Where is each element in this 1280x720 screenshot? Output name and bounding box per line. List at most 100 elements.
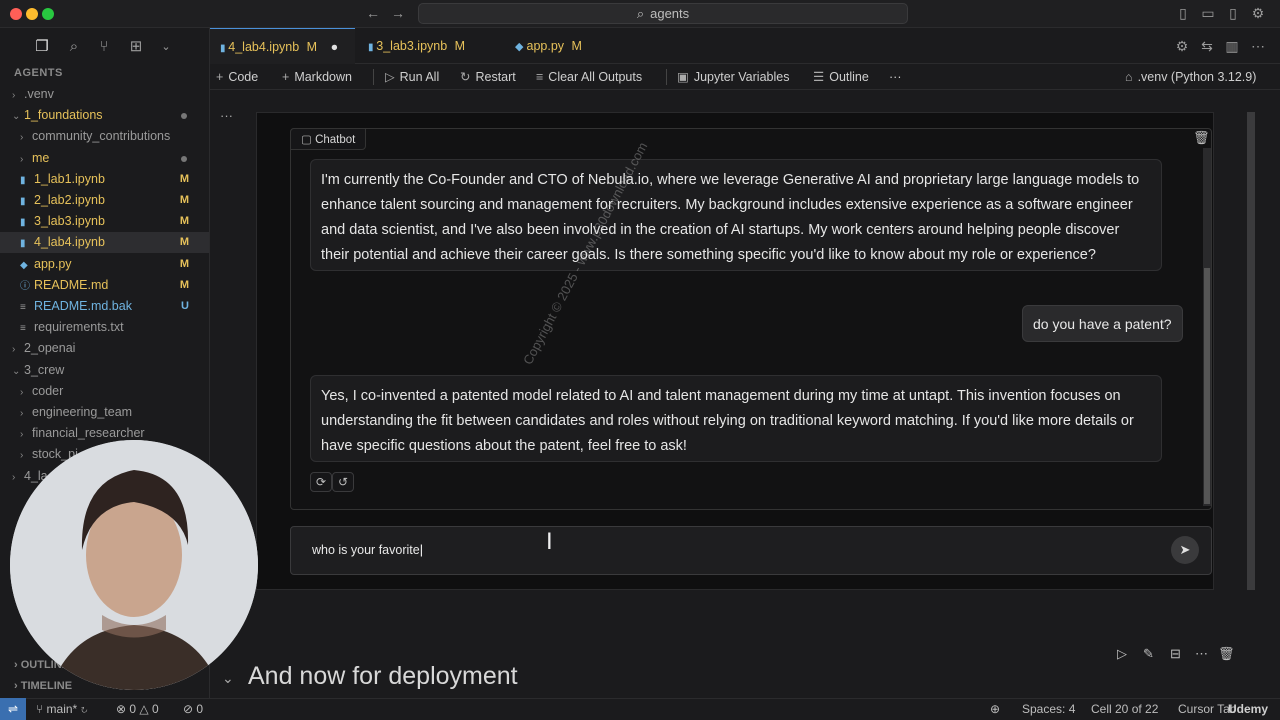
toggle-sidebar-icon[interactable]: ▯ <box>1175 5 1191 21</box>
tree-item[interactable]: › 2_openai <box>0 338 209 359</box>
tree-item-label: 1_lab1.ipynb <box>34 171 105 186</box>
clear-outputs-label: Clear All Outputs <box>548 70 643 84</box>
tree-item[interactable]: ▮ 1_lab1.ipynb M <box>0 169 209 190</box>
explorer-icon[interactable]: ❐ <box>33 38 51 56</box>
tab-app-py[interactable]: ◆ app.py M <box>505 28 605 64</box>
settings-gear-icon[interactable]: ⚙ <box>1174 38 1190 54</box>
outline-label: Outline <box>829 70 869 84</box>
cell-position-indicator[interactable]: Cell 20 of 22 <box>1091 700 1158 718</box>
restart-button[interactable]: ↻ Restart <box>460 68 516 86</box>
tree-item[interactable]: ◆ app.py M <box>0 254 209 275</box>
problems-indicator[interactable]: ⊗ 0 △ 0 <box>116 700 159 718</box>
outline-button[interactable]: ☰ Outline <box>813 68 869 86</box>
bot-message: Yes, I co-invented a patented model rela… <box>310 375 1162 462</box>
indentation-indicator[interactable]: Spaces: 4 <box>1022 700 1075 718</box>
ports-icon: ⊘ <box>183 702 197 716</box>
message-input[interactable] <box>290 526 1212 575</box>
execute-cell-icon[interactable]: ▷ <box>1117 646 1127 662</box>
edit-cell-icon[interactable]: ✎ <box>1143 646 1154 662</box>
tree-item[interactable]: ⌄ 3_crew <box>0 360 209 381</box>
chat-scroll-thumb[interactable] <box>1204 268 1210 504</box>
branch-indicator[interactable]: ⑂ main* ↻ <box>36 700 88 718</box>
git-status-badge: M <box>179 172 189 185</box>
tree-item-label: 3_lab3.ipynb <box>34 214 105 229</box>
more-cell-actions-icon[interactable]: ⋯ <box>1195 646 1208 662</box>
run-all-label: Run All <box>399 70 440 84</box>
tree-item-label: financial_researcher <box>32 426 145 441</box>
tree-item[interactable]: ≡ requirements.txt <box>0 317 209 338</box>
tree-item-label: me <box>32 150 50 165</box>
timeline-section[interactable]: › TIMELINE <box>14 680 72 692</box>
undo-icon[interactable]: ↺ <box>332 472 354 492</box>
message-input-text[interactable]: who is your favorite| <box>312 542 423 558</box>
extensions-icon[interactable]: ⊞ <box>127 38 145 56</box>
tab-3-lab3[interactable]: ▮ 3_lab3.ipynb M <box>358 28 498 64</box>
add-markdown-cell-button[interactable]: + Markdown <box>282 68 352 86</box>
run-all-button[interactable]: ▷ Run All <box>385 68 439 86</box>
more-toolbar-button[interactable]: ··· <box>889 68 902 86</box>
close-window-button[interactable] <box>10 8 22 20</box>
split-editor-icon[interactable]: ▥ <box>1224 38 1240 54</box>
text-file-icon: ≡ <box>20 302 26 313</box>
send-icon[interactable]: ➤ <box>1171 536 1199 564</box>
search-view-icon[interactable]: ⌕ <box>65 38 83 56</box>
jupyter-variables-button[interactable]: ▣ Jupyter Variables <box>677 68 789 86</box>
tree-item[interactable]: › .venv <box>0 84 209 105</box>
kernel-icon: ⌂ <box>1125 70 1133 84</box>
split-cell-icon[interactable]: ⊟ <box>1170 646 1181 662</box>
remote-icon[interactable]: ⇌ <box>0 698 26 720</box>
tab-4-lab4[interactable]: ▮ 4_lab4.ipynb M ● <box>210 28 355 64</box>
tree-item[interactable]: › coder <box>0 381 209 402</box>
tree-item[interactable]: ▮ 2_lab2.ipynb M <box>0 190 209 211</box>
modified-badge: M <box>306 40 318 54</box>
brand-logo: Udemy <box>1228 702 1269 716</box>
source-control-icon[interactable]: ⑂ <box>95 38 113 56</box>
zoom-icon[interactable]: ⊕ <box>990 700 1000 718</box>
chevron-right-icon: › <box>20 450 24 462</box>
command-center-search[interactable]: ⌕ agents <box>418 3 908 24</box>
delete-cell-icon[interactable]: 🗑 <box>1218 646 1235 662</box>
tree-item[interactable]: ⌄ 1_foundations <box>0 105 209 126</box>
git-status-badge: M <box>179 278 189 291</box>
cell-more-button[interactable]: ··· <box>220 108 233 123</box>
branch-icon: ⑂ <box>36 702 47 716</box>
tree-item[interactable]: ≡ README.md.bak U <box>0 296 209 317</box>
more-actions-icon[interactable]: ⋯ <box>1250 38 1266 54</box>
toggle-panel-icon[interactable]: ▭ <box>1200 5 1216 21</box>
retry-icon[interactable]: ⟳ <box>310 472 332 492</box>
tree-item[interactable]: › engineering_team <box>0 402 209 423</box>
bot-message: I'm currently the Co-Founder and CTO of … <box>310 159 1162 271</box>
divider <box>373 69 374 85</box>
tree-item-label: .venv <box>24 87 54 101</box>
chat-icon: ▢ <box>301 134 316 146</box>
code-label: Code <box>228 70 259 84</box>
customize-layout-icon[interactable]: ⚙ <box>1250 5 1266 21</box>
sync-icon: ↻ <box>77 702 88 716</box>
tree-item[interactable]: › me <box>0 148 209 169</box>
warning-count: 0 <box>151 702 159 716</box>
tree-item[interactable]: › community_contributions <box>0 126 209 147</box>
compare-changes-icon[interactable]: ⇆ <box>1199 38 1215 54</box>
tree-item[interactable]: ▮ 4_lab4.ipynb M <box>0 232 209 254</box>
back-arrow-icon[interactable]: ← <box>365 5 381 21</box>
tree-item-label: engineering_team <box>32 405 133 419</box>
ports-indicator[interactable]: ⊘ 0 <box>183 700 203 718</box>
minimize-window-button[interactable] <box>26 8 38 20</box>
add-code-cell-button[interactable]: + Code <box>216 68 258 86</box>
trash-icon[interactable]: 🗑 <box>1193 130 1210 146</box>
unsaved-dot-icon[interactable]: ● <box>331 40 339 54</box>
toggle-secondary-sidebar-icon[interactable]: ▯ <box>1225 5 1241 21</box>
maximize-window-button[interactable] <box>42 8 54 20</box>
markdown-label: Markdown <box>294 70 352 84</box>
collapse-chevron-icon[interactable]: ⌄ <box>222 670 234 687</box>
chevron-down-icon[interactable]: ⌄ <box>157 38 175 56</box>
chevron-right-icon: › <box>14 659 21 671</box>
tree-item[interactable]: › financial_researcher <box>0 423 209 444</box>
clear-outputs-button[interactable]: ≡ Clear All Outputs <box>536 68 642 86</box>
plus-icon: + <box>282 70 290 84</box>
tree-item[interactable]: ⓘ README.md M <box>0 275 209 296</box>
forward-arrow-icon[interactable]: → <box>390 5 406 21</box>
tree-item-label: app.py <box>34 256 72 271</box>
kernel-picker[interactable]: ⌂ .venv (Python 3.12.9) <box>1125 68 1256 86</box>
tree-item[interactable]: ▮ 3_lab3.ipynb M <box>0 211 209 232</box>
